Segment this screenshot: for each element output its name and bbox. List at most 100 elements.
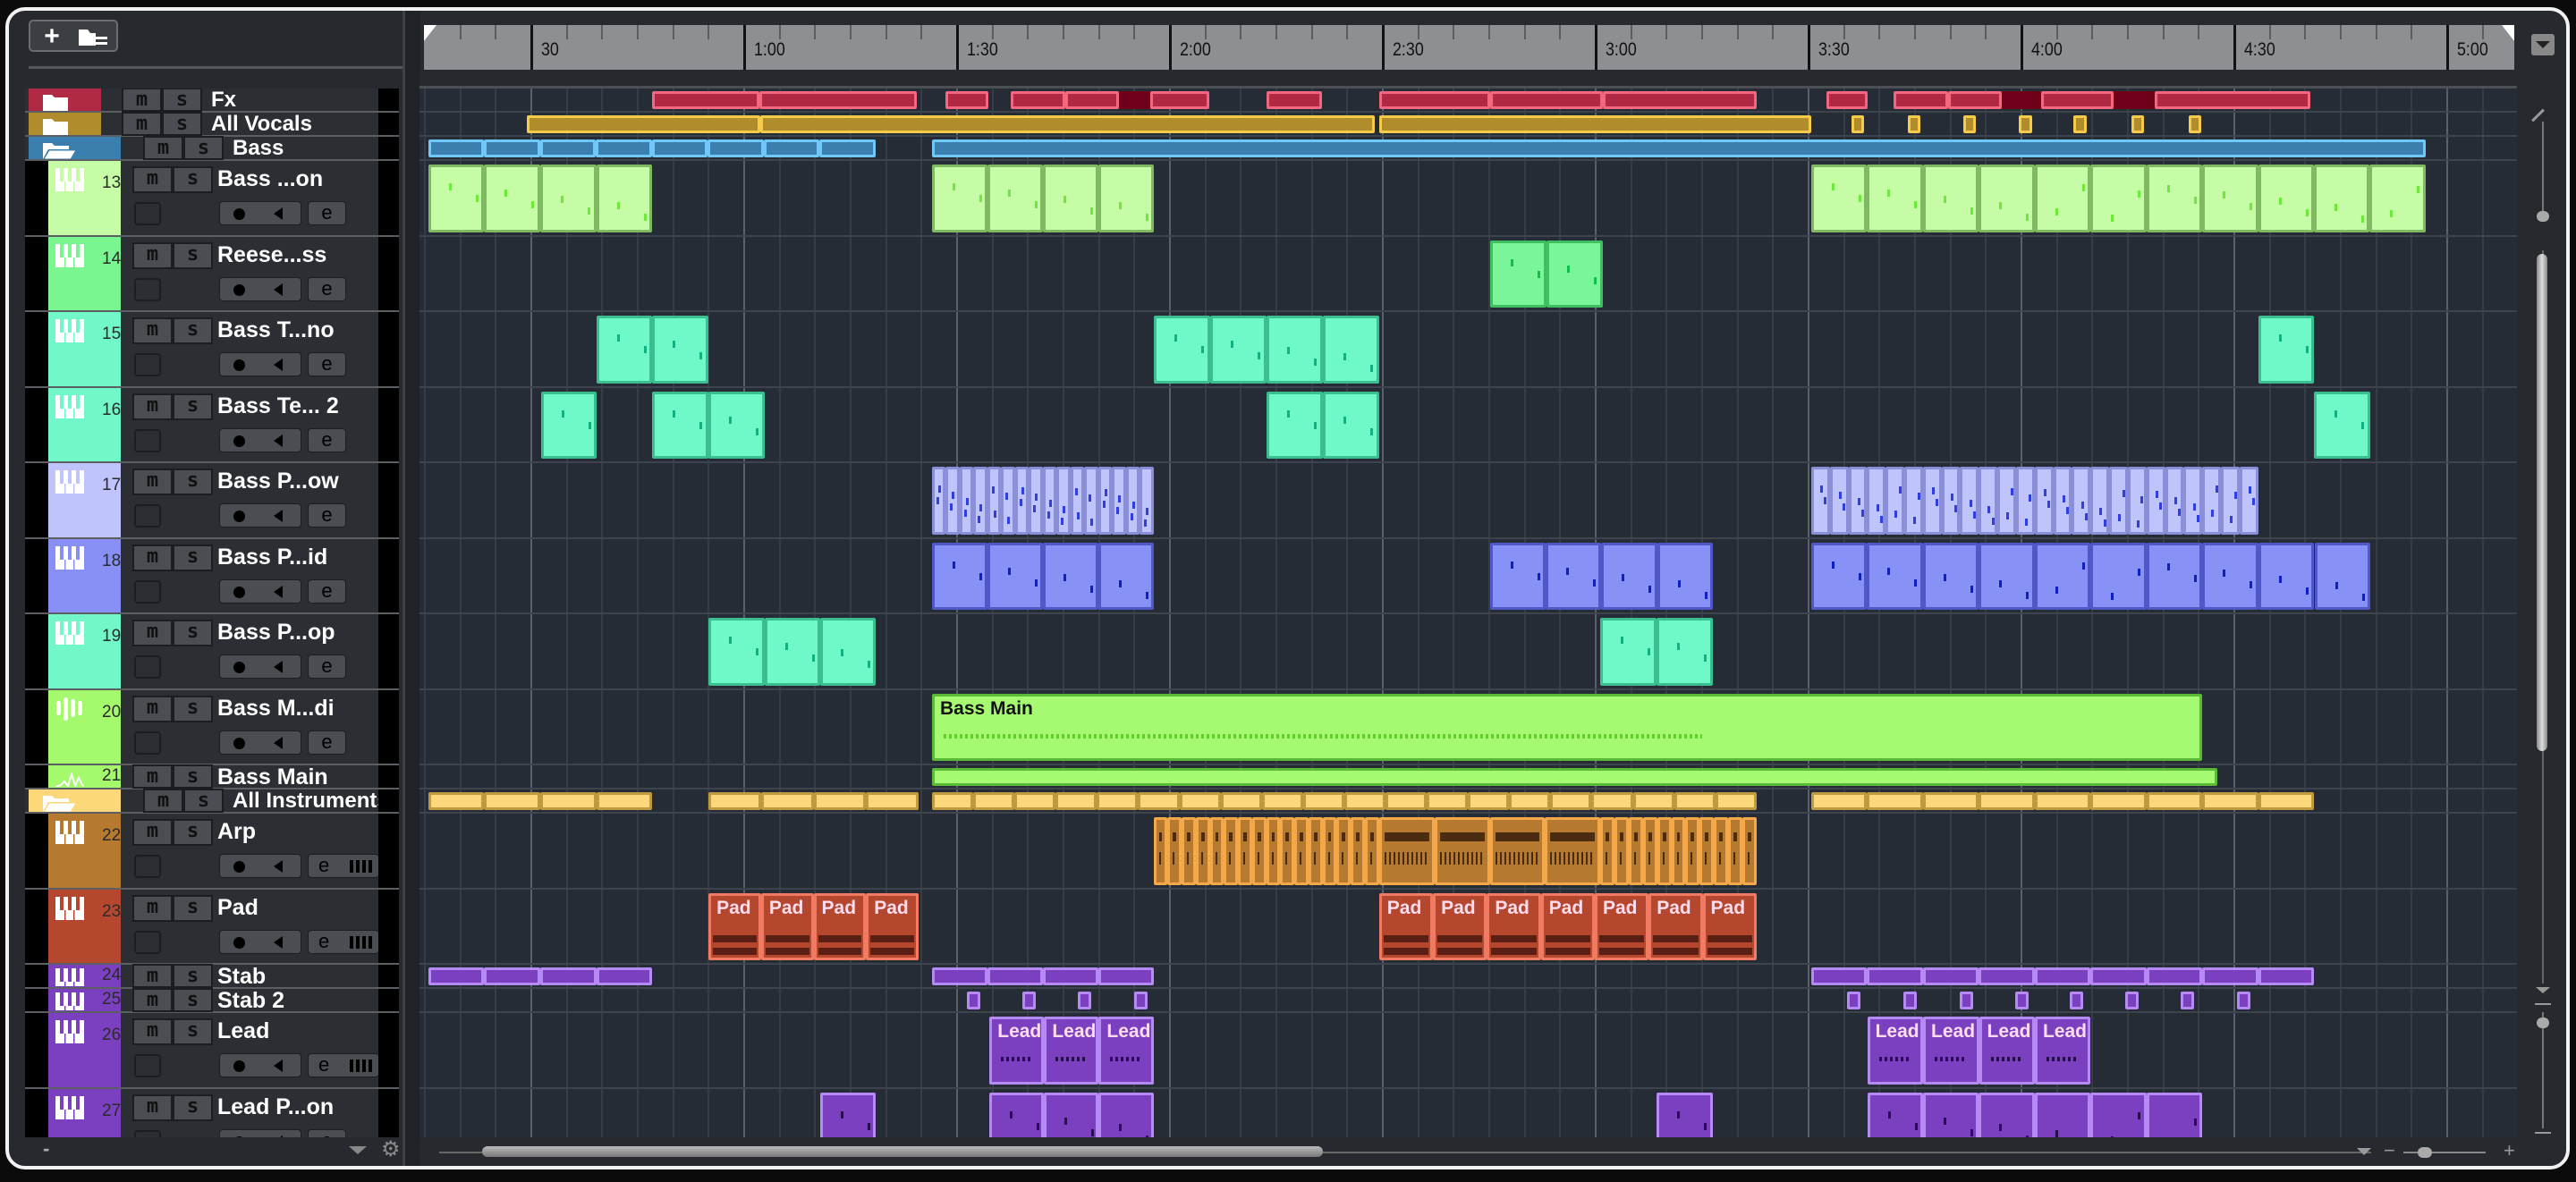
folder-event[interactable] <box>484 792 541 810</box>
midi-event[interactable] <box>1941 467 1961 535</box>
folder-event[interactable] <box>1852 115 1865 133</box>
midi-event[interactable]: Lead <box>1044 1017 1099 1085</box>
midi-event[interactable] <box>987 967 1043 985</box>
folder-event[interactable] <box>1267 91 1322 109</box>
folder-event[interactable] <box>1097 792 1139 810</box>
midi-event[interactable] <box>2015 467 2035 535</box>
folder-event[interactable] <box>1674 792 1716 810</box>
midi-event[interactable] <box>931 165 987 232</box>
folder-event[interactable] <box>1867 792 1923 810</box>
midi-event[interactable] <box>1042 542 1098 610</box>
midi-event[interactable] <box>1001 467 1015 535</box>
folder-event[interactable] <box>1550 792 1592 810</box>
folder-event[interactable] <box>1979 792 2035 810</box>
folder-track-header[interactable]: m s Fx <box>25 89 399 113</box>
folder-event[interactable] <box>1947 91 2003 109</box>
midi-event[interactable] <box>1097 467 1113 535</box>
folder-event[interactable] <box>1632 792 1674 810</box>
solo-button[interactable]: s <box>173 317 213 344</box>
midi-event[interactable] <box>1657 817 1672 885</box>
vertical-scroll-thumb[interactable] <box>2537 254 2547 751</box>
record-enable-icon[interactable] <box>233 435 245 447</box>
midi-event[interactable] <box>484 165 541 232</box>
midi-event[interactable] <box>1848 467 1868 535</box>
event-grid[interactable]: Bass Main Pad Pad Pad Pad Pad Pad Pad Pad Pad Pad P… <box>419 89 2517 1137</box>
folder-event[interactable] <box>2154 91 2311 109</box>
midi-event[interactable] <box>2034 542 2091 610</box>
midi-event[interactable] <box>1490 542 1546 610</box>
track-header[interactable]: 14 m s Reese...ss e <box>25 236 399 312</box>
midi-event[interactable] <box>1322 316 1379 384</box>
midi-event[interactable] <box>1614 817 1629 885</box>
folder-event[interactable] <box>1826 91 1868 109</box>
midi-event[interactable] <box>1741 817 1757 885</box>
midi-event[interactable] <box>931 542 987 610</box>
midi-event[interactable] <box>1134 992 1148 1009</box>
track-name[interactable]: Lead P...on <box>217 1094 378 1120</box>
folder-event[interactable] <box>1302 792 1344 810</box>
track-name[interactable]: Bass Main <box>217 764 378 790</box>
collapse-button[interactable]: - <box>43 1137 49 1161</box>
midi-event[interactable] <box>987 467 1002 535</box>
midi-event[interactable] <box>1600 618 1657 686</box>
midi-event[interactable] <box>2127 467 2147 535</box>
track-name[interactable]: Pad <box>217 895 378 921</box>
folder-event[interactable] <box>866 792 919 810</box>
monitor-icon[interactable] <box>274 585 283 598</box>
monitor-icon[interactable] <box>274 661 283 673</box>
midi-event[interactable] <box>2109 467 2128 535</box>
solo-button[interactable]: s <box>173 964 213 988</box>
midi-event[interactable] <box>708 391 765 459</box>
midi-event[interactable] <box>1867 467 1886 535</box>
midi-event[interactable] <box>2034 165 2091 232</box>
record-enable-icon[interactable] <box>233 208 245 220</box>
midi-event[interactable] <box>2202 467 2222 535</box>
track-name[interactable]: Lead <box>217 1018 378 1044</box>
midi-event[interactable] <box>1867 967 1923 985</box>
add-track-button[interactable]: + <box>34 23 70 50</box>
solo-button[interactable]: s <box>162 112 202 136</box>
track-name[interactable]: Bass P...op <box>217 620 378 646</box>
midi-event[interactable] <box>1021 992 1036 1009</box>
folder-event[interactable] <box>931 792 974 810</box>
folder-event[interactable] <box>1011 91 1065 109</box>
folder-event[interactable] <box>2040 91 2114 109</box>
folder-event[interactable] <box>527 115 760 133</box>
track-height-knob[interactable] <box>2537 1017 2549 1028</box>
midi-event[interactable] <box>1251 817 1267 885</box>
horizontal-scrollbar[interactable]: − + <box>419 1139 2517 1164</box>
folder-event[interactable] <box>1490 91 1603 109</box>
record-enable-icon[interactable] <box>233 359 245 371</box>
midi-event[interactable] <box>945 467 960 535</box>
solo-button[interactable]: s <box>183 789 224 813</box>
midi-event[interactable] <box>764 618 820 686</box>
midi-event[interactable] <box>1960 467 1979 535</box>
midi-event[interactable] <box>1810 467 1830 535</box>
track-header[interactable]: 23 m s Pad e <box>25 889 399 965</box>
midi-event[interactable] <box>2034 467 2054 535</box>
folder-event[interactable] <box>2073 115 2087 133</box>
midi-event[interactable] <box>540 165 597 232</box>
solo-button[interactable]: s <box>173 695 213 722</box>
midi-event[interactable] <box>2014 992 2029 1009</box>
midi-event[interactable] <box>1195 817 1210 885</box>
folder-event[interactable] <box>1962 115 1976 133</box>
scroll-thumb[interactable] <box>482 1146 1323 1157</box>
folder-event[interactable] <box>540 792 597 810</box>
midi-event[interactable] <box>1070 467 1085 535</box>
midi-event[interactable] <box>2183 467 2203 535</box>
track-header[interactable]: 13 m s Bass ...on e <box>25 161 399 237</box>
track-select-box[interactable] <box>134 855 161 878</box>
time-ruler[interactable]: 30 1:00 1:30 2:00 2:30 3:00 3:30 4:00 4:30 5:00 <box>424 25 2514 70</box>
record-enable-icon[interactable] <box>233 737 245 749</box>
track-select-box[interactable] <box>134 277 161 301</box>
midi-event[interactable]: Lead <box>2034 1017 2091 1085</box>
folder-event[interactable] <box>596 792 653 810</box>
track-header[interactable]: 24 m s Stab <box>25 964 399 989</box>
midi-event[interactable] <box>1182 817 1196 885</box>
mute-button[interactable]: m <box>132 695 173 722</box>
folder-event[interactable] <box>759 91 918 109</box>
vertical-zoom-slider[interactable] <box>2537 122 2549 222</box>
track-select-box[interactable] <box>134 1054 161 1077</box>
midi-event[interactable] <box>2090 1092 2147 1137</box>
